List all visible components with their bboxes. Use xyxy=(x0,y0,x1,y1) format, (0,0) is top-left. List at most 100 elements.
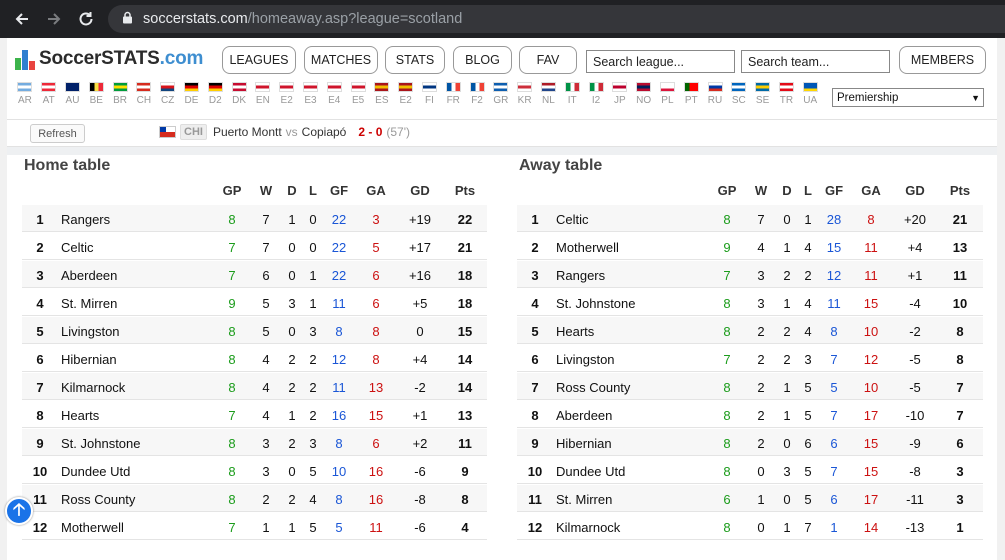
cell-team[interactable]: Livingston xyxy=(61,324,120,339)
table-row[interactable]: 12 Motherwell 7 1 1 5 5 11 -6 4 xyxy=(22,513,487,540)
cell-team[interactable]: Dundee Utd xyxy=(556,464,625,479)
table-row[interactable]: 7 Kilmarnock 8 4 2 2 11 13 -2 14 xyxy=(22,373,487,400)
table-row[interactable]: 8 Hearts 7 4 1 2 16 15 +1 13 xyxy=(22,401,487,428)
table-row[interactable]: 1 Celtic 8 7 0 1 28 8 +20 21 xyxy=(517,205,983,232)
cell-team[interactable]: St. Johnstone xyxy=(556,296,636,311)
cell-team[interactable]: Livingston xyxy=(556,352,615,367)
flag-de[interactable]: DE xyxy=(180,82,204,106)
col-header-pts[interactable]: Pts xyxy=(445,183,485,198)
nav-blog[interactable]: BLOG xyxy=(453,46,512,74)
flag-kr[interactable]: KR xyxy=(513,82,537,106)
live-match[interactable]: CHI Puerto Montt vs Copiapó 2 - 0 (57') xyxy=(159,124,410,140)
members-button[interactable]: MEMBERS xyxy=(899,46,986,74)
nav-leagues[interactable]: LEAGUES xyxy=(222,46,296,74)
table-row[interactable]: 5 Livingston 8 5 0 3 8 8 0 15 xyxy=(22,317,487,344)
cell-team[interactable]: Dundee Utd xyxy=(61,464,130,479)
cell-team[interactable]: Hibernian xyxy=(556,436,612,451)
flag-nl[interactable]: NL xyxy=(537,82,561,106)
cell-team[interactable]: Celtic xyxy=(556,212,589,227)
search-team-input[interactable]: Search team... xyxy=(741,50,890,73)
flag-br[interactable]: BR xyxy=(108,82,132,106)
flag-ar[interactable]: AR xyxy=(13,82,37,106)
table-row[interactable]: 1 Rangers 8 7 1 0 22 3 +19 22 xyxy=(22,205,487,232)
table-row[interactable]: 11 St. Mirren 6 1 0 5 6 17 -11 3 xyxy=(517,485,983,512)
address-bar[interactable]: soccerstats.com/homeaway.asp?league=scot… xyxy=(108,5,1005,33)
back-arrow-icon[interactable] xyxy=(6,3,38,35)
flag-ch[interactable]: CH xyxy=(132,82,156,106)
flag-es[interactable]: ES xyxy=(370,82,394,106)
table-row[interactable]: 4 St. Mirren 9 5 3 1 11 6 +5 18 xyxy=(22,289,487,316)
table-row[interactable]: 10 Dundee Utd 8 3 0 5 10 16 -6 9 xyxy=(22,457,487,484)
site-logo[interactable]: SoccerSTATS.com xyxy=(15,48,203,70)
table-row[interactable]: 10 Dundee Utd 8 0 3 5 7 15 -8 3 xyxy=(517,457,983,484)
refresh-button[interactable]: Refresh xyxy=(30,124,85,143)
table-row[interactable]: 2 Motherwell 9 4 1 4 15 11 +4 13 xyxy=(517,233,983,260)
league-select[interactable]: Premiership ▼ xyxy=(832,88,984,107)
cell-team[interactable]: Ross County xyxy=(61,492,135,507)
col-header-gd[interactable]: GD xyxy=(400,183,440,198)
flag-pl[interactable]: PL xyxy=(656,82,680,106)
search-league-input[interactable]: Search league... xyxy=(586,50,735,73)
flag-d2[interactable]: D2 xyxy=(203,82,227,106)
table-row[interactable]: 5 Hearts 8 2 2 4 8 10 -2 8 xyxy=(517,317,983,344)
forward-arrow-icon[interactable] xyxy=(38,3,70,35)
cell-team[interactable]: Aberdeen xyxy=(556,408,612,423)
flag-it[interactable]: IT xyxy=(560,82,584,106)
flag-en[interactable]: EN xyxy=(251,82,275,106)
flag-tr[interactable]: TR xyxy=(775,82,799,106)
col-header-ga[interactable]: GA xyxy=(851,183,891,198)
cell-team[interactable]: Hearts xyxy=(556,324,594,339)
cell-team[interactable]: Kilmarnock xyxy=(556,520,620,535)
table-row[interactable]: 4 St. Johnstone 8 3 1 4 11 15 -4 10 xyxy=(517,289,983,316)
scroll-top-arrow-icon[interactable]: 🡡 xyxy=(5,497,33,525)
flag-e5[interactable]: E5 xyxy=(346,82,370,106)
flag-cz[interactable]: CZ xyxy=(156,82,180,106)
col-header-gf[interactable]: GF xyxy=(814,183,854,198)
table-row[interactable]: 6 Livingston 7 2 2 3 7 12 -5 8 xyxy=(517,345,983,372)
col-header-gf[interactable]: GF xyxy=(319,183,359,198)
cell-team[interactable]: Kilmarnock xyxy=(61,380,125,395)
table-row[interactable]: 9 St. Johnstone 8 3 2 3 8 6 +2 11 xyxy=(22,429,487,456)
cell-team[interactable]: Ross County xyxy=(556,380,630,395)
flag-sc[interactable]: SC xyxy=(727,82,751,106)
table-row[interactable]: 8 Aberdeen 8 2 1 5 7 17 -10 7 xyxy=(517,401,983,428)
nav-matches[interactable]: MATCHES xyxy=(304,46,378,74)
flag-au[interactable]: AU xyxy=(61,82,85,106)
flag-fr[interactable]: FR xyxy=(441,82,465,106)
table-row[interactable]: 12 Kilmarnock 8 0 1 7 1 14 -13 1 xyxy=(517,513,983,540)
flag-pt[interactable]: PT xyxy=(679,82,703,106)
table-row[interactable]: 11 Ross County 8 2 2 4 8 16 -8 8 xyxy=(22,485,487,512)
cell-team[interactable]: Rangers xyxy=(556,268,605,283)
cell-team[interactable]: Motherwell xyxy=(556,240,619,255)
cell-team[interactable]: Celtic xyxy=(61,240,94,255)
cell-team[interactable]: St. Johnstone xyxy=(61,436,141,451)
flag-i2[interactable]: I2 xyxy=(584,82,608,106)
col-header-ga[interactable]: GA xyxy=(356,183,396,198)
cell-team[interactable]: Motherwell xyxy=(61,520,124,535)
table-row[interactable]: 6 Hibernian 8 4 2 2 12 8 +4 14 xyxy=(22,345,487,372)
cell-team[interactable]: St. Mirren xyxy=(556,492,612,507)
cell-team[interactable]: Hibernian xyxy=(61,352,117,367)
table-row[interactable]: 7 Ross County 8 2 1 5 5 10 -5 7 xyxy=(517,373,983,400)
nav-fav[interactable]: FAV xyxy=(519,46,577,74)
col-header-pts[interactable]: Pts xyxy=(940,183,980,198)
table-row[interactable]: 3 Rangers 7 3 2 2 12 11 +1 11 xyxy=(517,261,983,288)
col-header-gd[interactable]: GD xyxy=(895,183,935,198)
nav-stats[interactable]: STATS xyxy=(385,46,445,74)
cell-team[interactable]: Aberdeen xyxy=(61,268,117,283)
flag-at[interactable]: AT xyxy=(37,82,61,106)
flag-ru[interactable]: RU xyxy=(703,82,727,106)
reload-icon[interactable] xyxy=(70,3,102,35)
flag-no[interactable]: NO xyxy=(632,82,656,106)
cell-team[interactable]: Hearts xyxy=(61,408,99,423)
table-row[interactable]: 2 Celtic 7 7 0 0 22 5 +17 21 xyxy=(22,233,487,260)
flag-gr[interactable]: GR xyxy=(489,82,513,106)
cell-team[interactable]: St. Mirren xyxy=(61,296,117,311)
flag-e2[interactable]: E2 xyxy=(394,82,418,106)
flag-e4[interactable]: E4 xyxy=(322,82,346,106)
flag-f2[interactable]: F2 xyxy=(465,82,489,106)
flag-ua[interactable]: UA xyxy=(798,82,822,106)
table-row[interactable]: 3 Aberdeen 7 6 0 1 22 6 +16 18 xyxy=(22,261,487,288)
flag-e2[interactable]: E2 xyxy=(275,82,299,106)
cell-team[interactable]: Rangers xyxy=(61,212,110,227)
